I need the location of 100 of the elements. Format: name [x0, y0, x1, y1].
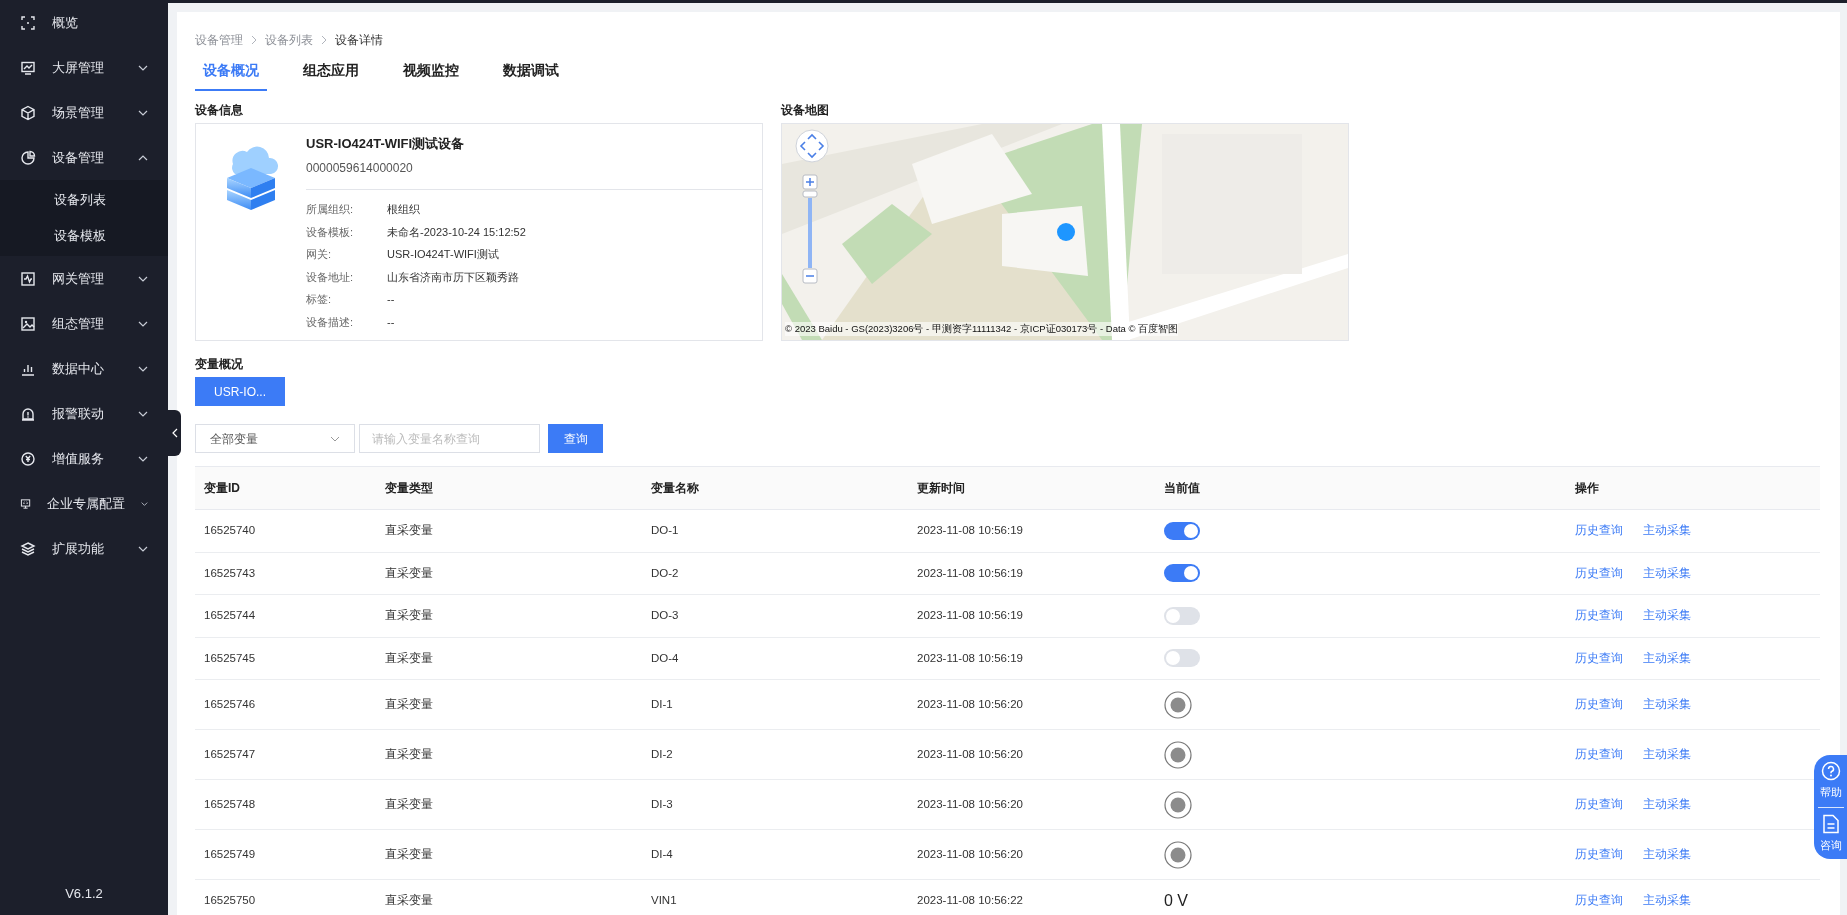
version-label: V6.1.2	[64, 884, 104, 903]
toggle-switch[interactable]	[1164, 521, 1200, 540]
table-cell-text: 16525748	[203, 796, 257, 812]
field-label: 所属组织:	[306, 202, 355, 217]
sidebar-item[interactable]: 设备管理	[0, 135, 168, 180]
action-link[interactable]: 历史查询	[1575, 564, 1623, 582]
sidebar-item[interactable]: 组态管理	[0, 301, 168, 346]
collapse-handle[interactable]	[168, 410, 181, 456]
sidebar-item[interactable]: 增值服务	[0, 436, 168, 481]
table-cell-text: DO-2	[650, 565, 680, 581]
action-link[interactable]: 主动采集	[1643, 695, 1691, 714]
sidebar-item[interactable]: 概览	[0, 0, 168, 45]
action-link[interactable]: 历史查询	[1575, 649, 1623, 667]
table-cell-text: 直采变量	[384, 846, 434, 862]
table-cell-text: 直采变量	[384, 746, 434, 762]
action-link[interactable]: 主动采集	[1643, 795, 1691, 814]
action-link[interactable]: 历史查询	[1575, 695, 1623, 714]
sidebar-item[interactable]: 场景管理	[0, 90, 168, 135]
tab[interactable]: 视频监控	[395, 56, 495, 91]
field-label: 设备地址:	[306, 269, 355, 285]
tab[interactable]: 设备概况	[195, 56, 295, 91]
table-cell-text: 16525744	[203, 608, 257, 624]
action-link[interactable]: 历史查询	[1575, 607, 1623, 625]
column-header: 变量类型	[384, 480, 434, 497]
sidebar-item[interactable]: 网关管理	[0, 256, 168, 301]
field-value: 山东省济南市历下区颖秀路	[387, 269, 519, 285]
sidebar-item[interactable]: 扩展功能	[0, 526, 168, 571]
action-link[interactable]: 主动采集	[1643, 522, 1691, 540]
monitor-icon	[20, 59, 36, 76]
help-icon	[1820, 761, 1841, 781]
table-cell-text: 16525740	[203, 523, 257, 539]
chevron-right-icon	[251, 35, 257, 45]
action-link[interactable]: 历史查询	[1575, 892, 1623, 910]
field-value: USR-IO424T-WIFI测试	[387, 247, 499, 262]
table-cell-text: DI-2	[650, 746, 674, 762]
map-attribution: © 2023 Baidu - GS(2023)3206号 - 甲测资字11111342 - 京ICP证030173号 - Data © 百度智图	[785, 321, 1179, 336]
table-cell-text: 2023-11-08 10:56:20	[916, 796, 1024, 812]
action-link[interactable]: 历史查询	[1575, 745, 1623, 764]
layers-icon	[20, 540, 36, 557]
table-cell-text: DI-3	[650, 796, 674, 812]
gateway-button[interactable]: USR-IO...	[195, 377, 285, 406]
tab[interactable]: 组态应用	[295, 56, 395, 91]
action-link[interactable]: 主动采集	[1643, 649, 1691, 667]
section-title: 变量概况	[195, 356, 244, 373]
sidebar-item[interactable]: 企业专属配置	[0, 481, 168, 526]
action-link[interactable]: 历史查询	[1575, 845, 1623, 864]
sidebar-item[interactable]: 报警联动	[0, 391, 168, 436]
pulse-icon	[20, 270, 36, 287]
table-cell-text: 16525743	[203, 565, 257, 581]
field-label: 标签:	[306, 292, 333, 307]
breadcrumb-item[interactable]: 设备列表	[265, 31, 313, 49]
table-cell-text: 16525749	[203, 846, 257, 862]
zoom-control-icon	[802, 174, 818, 284]
sidebar-item[interactable]: 数据中心	[0, 346, 168, 391]
coin-icon	[20, 450, 36, 467]
tab[interactable]: 数据调试	[495, 56, 595, 91]
toggle-switch[interactable]	[1164, 606, 1200, 625]
table-cell-text: DO-4	[650, 650, 680, 666]
column-header: 更新时间	[916, 480, 966, 497]
variable-select[interactable]: 全部变量	[195, 424, 355, 453]
field-label: 设备描述:	[306, 314, 355, 330]
table-cell-text: 2023-11-08 10:56:19	[916, 650, 1024, 666]
table-cell-text: DI-1	[650, 696, 674, 712]
query-button[interactable]: 查询	[548, 424, 603, 453]
table-cell-text: 16525747	[203, 746, 257, 762]
toggle-switch[interactable]	[1164, 649, 1200, 668]
field-value: --	[387, 292, 395, 307]
submenu-item[interactable]: 设备模板	[0, 218, 168, 254]
action-link[interactable]: 历史查询	[1575, 522, 1623, 540]
column-header: 变量名称	[650, 480, 700, 497]
help-button[interactable]: 帮助	[1819, 761, 1842, 801]
table-cell-text: 直采变量	[384, 893, 434, 909]
action-link[interactable]: 主动采集	[1643, 892, 1691, 910]
breadcrumb-item[interactable]: 设备管理	[195, 31, 243, 49]
scan-icon	[20, 14, 36, 31]
chevron-left-icon	[171, 428, 178, 438]
pie-chart-icon	[20, 149, 36, 166]
action-link[interactable]: 主动采集	[1643, 845, 1691, 864]
sidebar-item[interactable]: 大屏管理	[0, 45, 168, 90]
column-header: 当前值	[1163, 480, 1201, 497]
search-field[interactable]: 请输入变量名称查询	[359, 424, 540, 453]
indicator-icon	[1164, 840, 1192, 869]
field-label: 网关:	[306, 247, 333, 262]
image-icon	[20, 315, 36, 332]
table-cell-text: 直采变量	[384, 650, 434, 666]
chevron-right-icon	[321, 35, 327, 45]
section-title: 设备地图	[781, 102, 830, 119]
submenu-item[interactable]: 设备列表	[0, 182, 168, 218]
table-cell-text: 2023-11-08 10:56:22	[916, 893, 1024, 909]
action-link[interactable]: 主动采集	[1643, 607, 1691, 625]
section-title: 设备信息	[195, 102, 244, 119]
table-cell-text: 2023-11-08 10:56:19	[916, 565, 1024, 581]
table-cell-text: 2023-11-08 10:56:20	[916, 696, 1024, 712]
device-name: USR-IO424T-WIFI测试设备	[306, 135, 466, 153]
action-link[interactable]: 主动采集	[1643, 564, 1691, 582]
table-cell-text: 16525746	[203, 696, 257, 712]
action-link[interactable]: 主动采集	[1643, 745, 1691, 764]
consult-button[interactable]: 咨询	[1819, 813, 1842, 853]
toggle-switch[interactable]	[1164, 564, 1200, 583]
action-link[interactable]: 历史查询	[1575, 795, 1623, 814]
